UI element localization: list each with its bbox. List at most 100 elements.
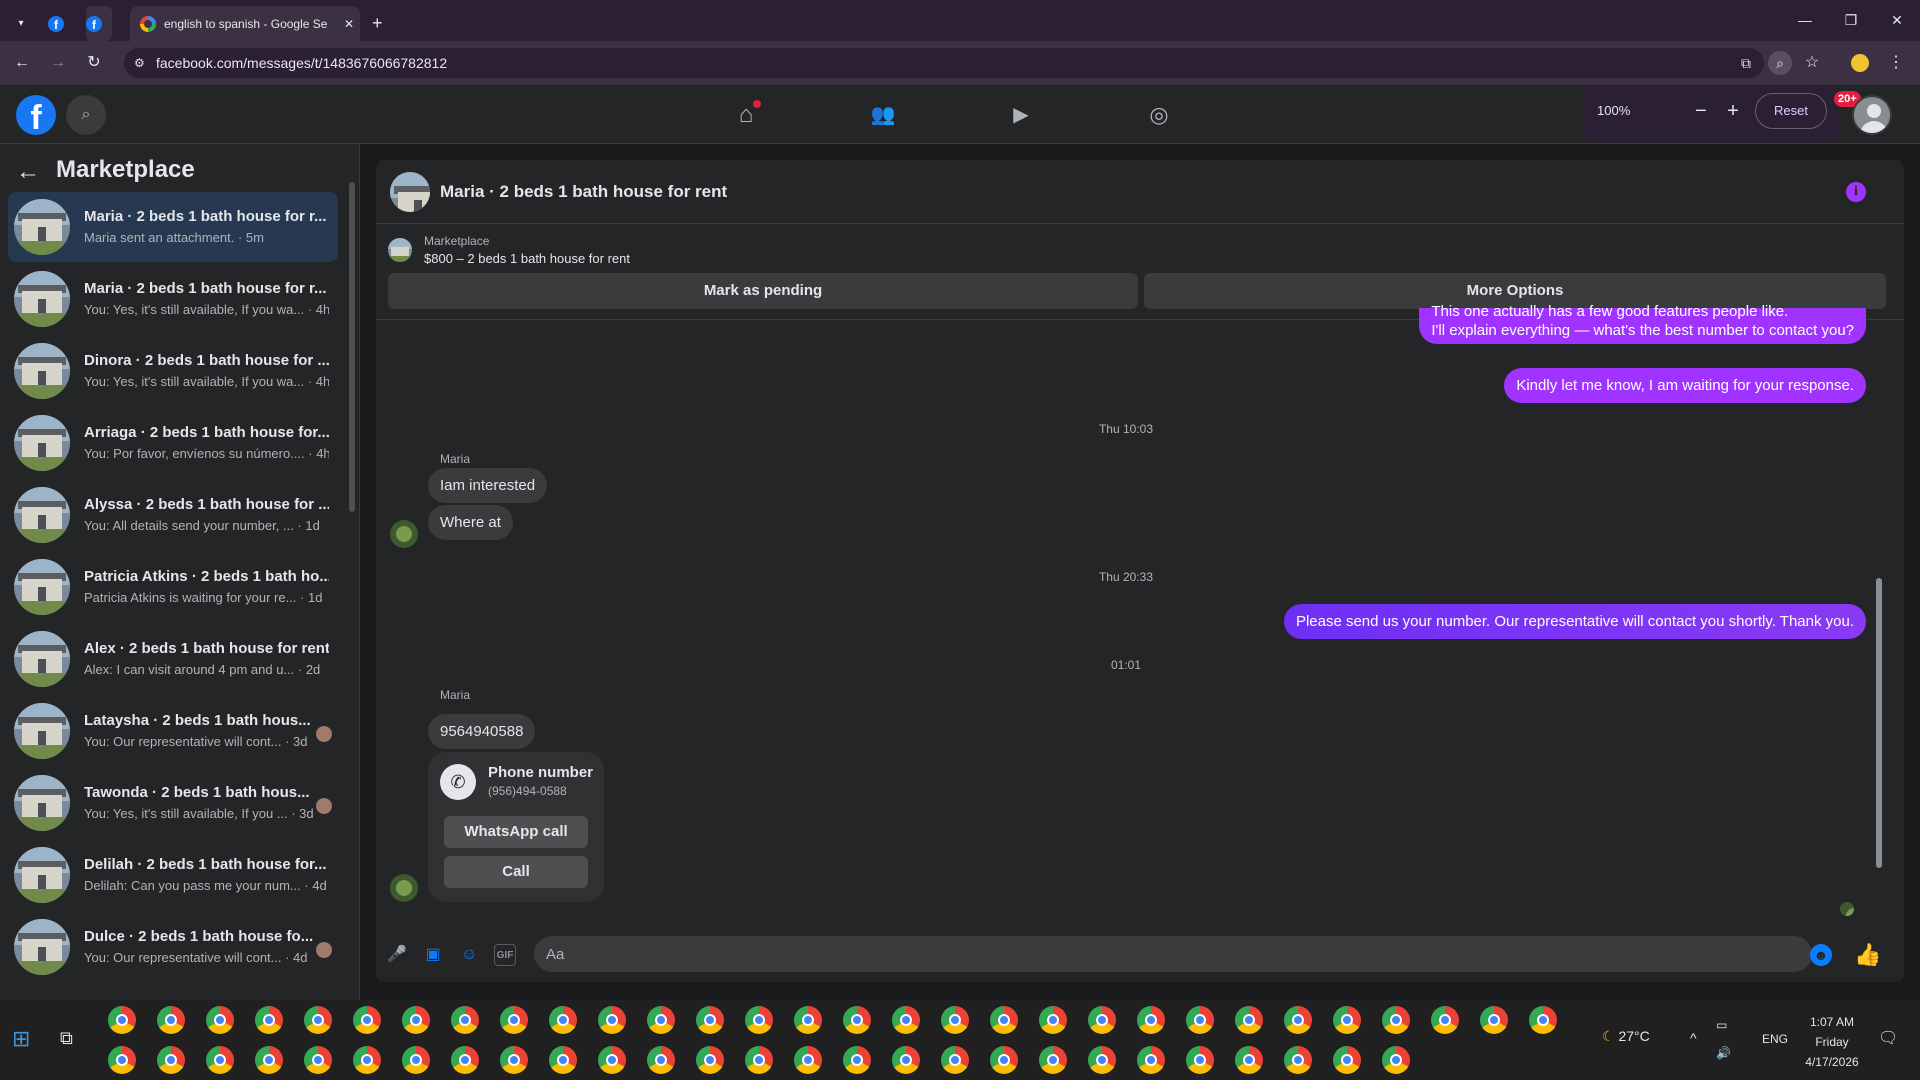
network-icon[interactable]: ▭ (1716, 1018, 1727, 1032)
taskbar-app-icon[interactable] (1088, 1046, 1116, 1074)
restore-button[interactable]: ❐ (1836, 8, 1866, 32)
volume-icon[interactable]: 🔊 (1716, 1046, 1731, 1060)
language-indicator[interactable]: ENG (1762, 1032, 1788, 1046)
emoji-icon[interactable]: ☻ (1810, 944, 1832, 966)
taskbar-app-icon[interactable] (1186, 1046, 1214, 1074)
taskbar-app-icon[interactable] (304, 1046, 332, 1074)
listing-avatar[interactable] (390, 172, 430, 212)
friends-icon[interactable]: 👥 (866, 98, 900, 132)
taskbar-app-icon[interactable] (157, 1006, 185, 1034)
taskbar-app-icon[interactable] (892, 1006, 920, 1034)
message-outgoing[interactable]: Kindly let me know, I am waiting for you… (1504, 368, 1866, 403)
gif-icon[interactable]: GIF (494, 944, 516, 966)
conversation-item[interactable]: Tawonda · 2 beds 1 bath hous... You: Yes,… (8, 768, 338, 838)
listing-thumbnail[interactable] (388, 238, 412, 262)
account-avatar[interactable] (1852, 95, 1892, 135)
message-incoming[interactable]: Iam interested (428, 468, 548, 503)
chat-scrollbar[interactable] (1874, 326, 1884, 916)
taskbar-app-icon[interactable] (402, 1006, 430, 1034)
profile-icon[interactable] (1848, 51, 1872, 75)
minimize-button[interactable]: — (1790, 8, 1820, 32)
bookmark-star-icon[interactable]: ☆ (1800, 51, 1824, 75)
whatsapp-call-button[interactable]: WhatsApp call (444, 816, 588, 848)
taskbar-app-icon[interactable] (843, 1046, 871, 1074)
taskbar-app-icon[interactable] (1431, 1006, 1459, 1034)
taskbar-app-icon[interactable] (549, 1006, 577, 1034)
browser-menu-icon[interactable]: ⋮ (1884, 51, 1908, 75)
message-input[interactable] (534, 936, 1812, 972)
taskbar-app-icon[interactable] (157, 1046, 185, 1074)
tab-facebook-2[interactable]: f (86, 6, 112, 41)
message-incoming[interactable]: Where at (428, 505, 513, 540)
taskbar-app-icon[interactable] (941, 1006, 969, 1034)
taskbar-app-icon[interactable] (1382, 1006, 1410, 1034)
sticker-icon[interactable]: ☺ (458, 944, 480, 966)
tab-google-search[interactable]: english to spanish - Google Se ✕ (130, 6, 360, 41)
forward-button[interactable]: → (46, 51, 70, 75)
taskbar-app-icon[interactable] (990, 1006, 1018, 1034)
conversation-item[interactable]: Maria · 2 beds 1 bath house for r... You:… (8, 264, 338, 334)
taskbar-app-icon[interactable] (451, 1046, 479, 1074)
zoom-out-button[interactable]: − (1689, 99, 1713, 123)
taskbar-app-icon[interactable] (451, 1006, 479, 1034)
like-icon[interactable]: 👍 (1854, 942, 1881, 968)
windows-start-icon[interactable]: ⊞ (12, 1028, 34, 1050)
conversation-item[interactable]: Dulce · 2 beds 1 bath house fo... You: Ou… (8, 912, 338, 982)
taskbar-app-icon[interactable] (1235, 1046, 1263, 1074)
close-window-button[interactable]: ✕ (1882, 8, 1912, 32)
taskbar-app-icon[interactable] (500, 1046, 528, 1074)
zoom-in-button[interactable]: + (1721, 99, 1745, 123)
notification-center-icon[interactable]: 🗨 (1878, 1028, 1898, 1048)
taskbar-app-icon[interactable] (255, 1046, 283, 1074)
sender-avatar[interactable] (390, 520, 418, 548)
install-icon[interactable]: ⧉ (1734, 51, 1758, 75)
message-outgoing[interactable]: This one actually has a few good feature… (1419, 303, 1866, 344)
taskbar-app-icon[interactable] (1480, 1006, 1508, 1034)
sender-avatar[interactable] (390, 874, 418, 902)
taskbar-app-icon[interactable] (1039, 1046, 1067, 1074)
taskbar-app-icon[interactable] (794, 1046, 822, 1074)
taskbar-app-icon[interactable] (402, 1046, 430, 1074)
back-button[interactable]: ← (10, 51, 34, 75)
groups-icon[interactable]: ◎ (1142, 98, 1176, 132)
taskbar-app-icon[interactable] (304, 1006, 332, 1034)
taskbar-app-icon[interactable] (1088, 1006, 1116, 1034)
tab-facebook-1[interactable]: f (48, 6, 74, 41)
info-icon[interactable]: i (1846, 182, 1866, 202)
zoom-icon[interactable]: ⌕ (1768, 51, 1792, 75)
taskbar-app-icon[interactable] (206, 1006, 234, 1034)
taskbar-app-icon[interactable] (647, 1006, 675, 1034)
reload-button[interactable]: ↻ (82, 51, 106, 75)
chevron-up-icon[interactable]: ^ (1690, 1030, 1697, 1046)
back-arrow-icon[interactable]: ← (16, 158, 40, 186)
new-tab-button[interactable]: + (372, 6, 396, 41)
taskbar-app-icon[interactable] (1382, 1046, 1410, 1074)
taskbar-app-icon[interactable] (1039, 1006, 1067, 1034)
chat-scroll-thumb[interactable] (1876, 578, 1882, 868)
taskbar-app-icon[interactable] (549, 1046, 577, 1074)
chat-title[interactable]: Maria · 2 beds 1 bath house for rent (440, 182, 727, 202)
zoom-reset-button[interactable]: Reset (1755, 93, 1827, 129)
photo-icon[interactable]: ▣ (422, 944, 444, 966)
weather-widget[interactable]: ☾ 27°C (1602, 1028, 1650, 1045)
taskbar-app-icon[interactable] (108, 1046, 136, 1074)
taskbar-app-icon[interactable] (1333, 1006, 1361, 1034)
taskbar-app-icon[interactable] (843, 1006, 871, 1034)
site-info-icon[interactable]: ⚙ (134, 48, 145, 78)
tab-list-button[interactable]: ▾ (8, 6, 34, 41)
taskbar-app-icon[interactable] (353, 1006, 381, 1034)
taskbar-app-icon[interactable] (598, 1046, 626, 1074)
conversation-item[interactable]: Alex · 2 beds 1 bath house for rent Alex:… (8, 624, 338, 694)
task-view-icon[interactable]: ⧉ (60, 1028, 73, 1049)
conversation-item[interactable]: Dinora · 2 beds 1 bath house for ... You:… (8, 336, 338, 406)
facebook-logo[interactable]: f (16, 95, 56, 135)
taskbar-app-icon[interactable] (1137, 1006, 1165, 1034)
taskbar-app-icon[interactable] (892, 1046, 920, 1074)
message-outgoing[interactable]: Please send us your number. Our represen… (1283, 604, 1866, 639)
mark-as-pending-button[interactable]: Mark as pending (388, 273, 1138, 309)
taskbar-app-icon[interactable] (1529, 1006, 1557, 1034)
taskbar-app-icon[interactable] (941, 1046, 969, 1074)
call-button[interactable]: Call (444, 856, 588, 888)
tab-close-icon[interactable]: ✕ (344, 17, 354, 31)
taskbar-app-icon[interactable] (696, 1046, 724, 1074)
